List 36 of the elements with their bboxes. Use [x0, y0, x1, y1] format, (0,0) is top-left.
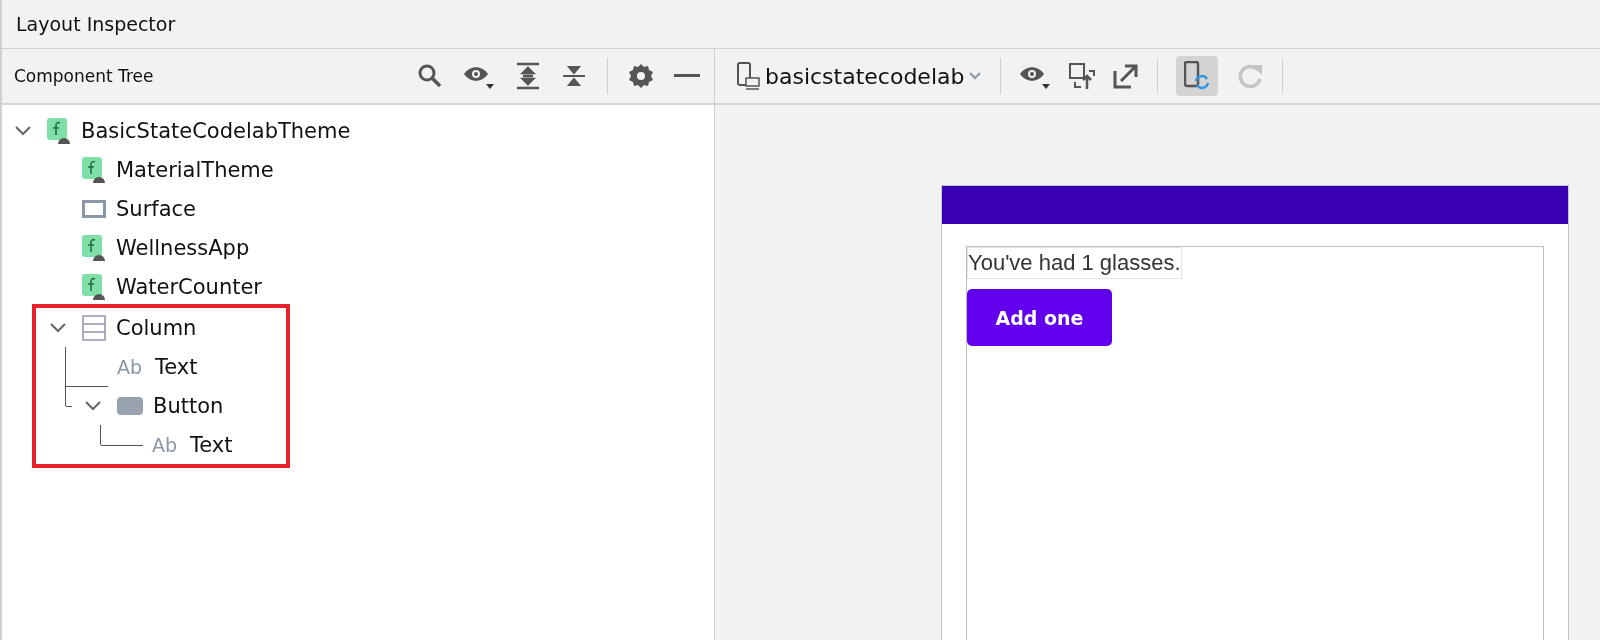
live-updates-button[interactable]	[1176, 56, 1219, 96]
compose-function-icon	[47, 117, 71, 144]
chevron-icon[interactable]	[14, 124, 32, 137]
window-title: Layout Inspector	[16, 13, 176, 35]
tree-node[interactable]: Text	[190, 432, 233, 457]
expand-all-icon[interactable]	[515, 62, 541, 90]
caret-icon	[968, 71, 983, 81]
tree-node[interactable]: WellnessApp	[116, 235, 250, 260]
text-icon: Ab	[117, 355, 145, 378]
export-layers-icon[interactable]	[1069, 63, 1096, 89]
button-icon	[117, 396, 143, 415]
tree-node[interactable]: Column	[116, 315, 197, 340]
tree-node[interactable]: MaterialTheme	[116, 157, 274, 182]
column-icon	[82, 314, 106, 341]
tree-line	[100, 425, 143, 445]
tree-node[interactable]: Button	[153, 393, 224, 418]
panel-title: Component Tree	[13, 66, 155, 86]
chevron-icon[interactable]	[84, 399, 102, 412]
counter-text: You've had 1 glasses.	[967, 247, 1182, 279]
settings-icon[interactable]	[628, 63, 654, 89]
tree-node[interactable]: Surface	[116, 196, 196, 221]
device-icon	[737, 62, 761, 90]
surface-icon	[82, 199, 106, 218]
search-icon[interactable]	[417, 63, 443, 89]
tree-node[interactable]: BasicStateCodelabTheme	[81, 118, 351, 143]
chevron-icon[interactable]	[49, 321, 67, 334]
minimize-icon[interactable]	[674, 73, 700, 79]
tree-node[interactable]: WaterCounter	[116, 274, 262, 299]
text-icon: Ab	[152, 433, 180, 456]
compose-function-icon	[82, 273, 106, 300]
tree-node[interactable]: Text	[155, 354, 198, 379]
compose-function-icon	[82, 234, 106, 261]
process-dropdown[interactable]: basicstatecodelab	[737, 62, 983, 90]
add-one-button[interactable]: Add one	[967, 289, 1112, 346]
compose-function-icon	[82, 156, 106, 183]
export-arrow-icon[interactable]	[1113, 63, 1140, 89]
